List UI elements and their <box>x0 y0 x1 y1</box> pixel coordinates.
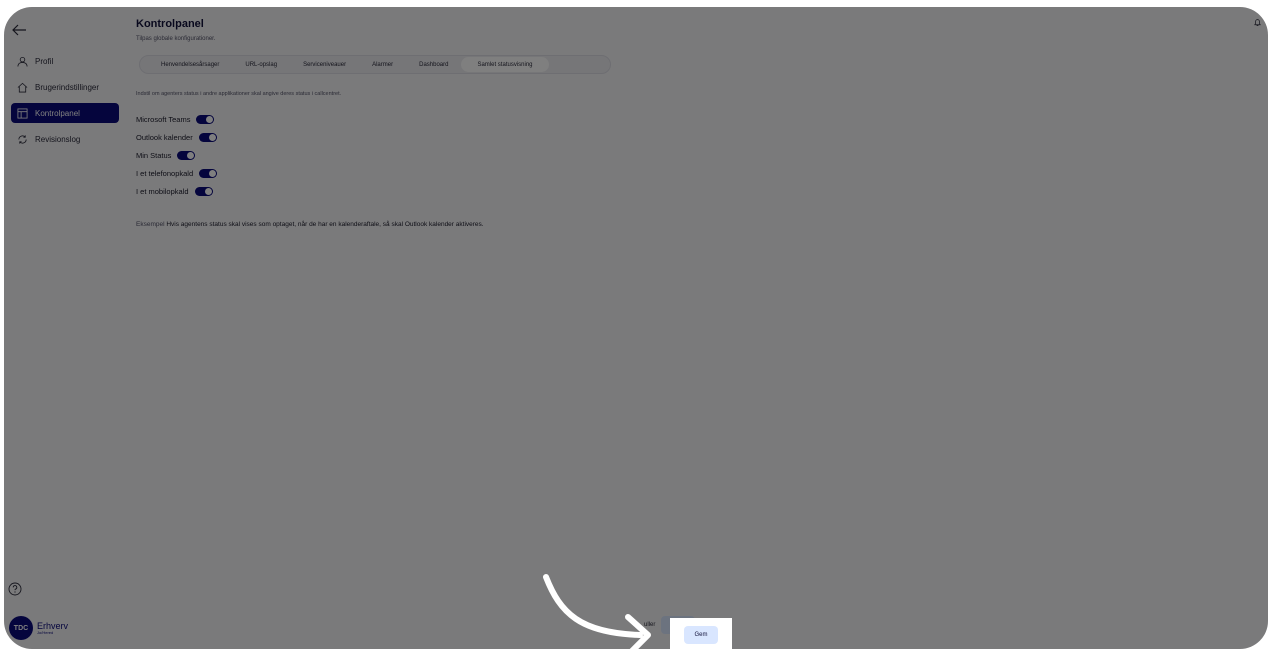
sidebar-item-brugerindstillinger[interactable]: Brugerindstillinger <box>11 77 119 97</box>
sidebar-item-kontrolpanel[interactable]: Kontrolpanel <box>11 103 119 123</box>
home-icon <box>17 82 28 92</box>
pointer-arrow-icon <box>543 574 651 649</box>
intro-text: Indstil om agenters status i andre appli… <box>136 91 342 97</box>
brand-subtitle: Jo/Hered <box>37 629 54 635</box>
tab-henvendelsesarsager[interactable]: Henvendelsesårsager <box>148 57 232 72</box>
sidebar-item-label: Revisionslog <box>35 134 81 144</box>
setting-label: Min Status <box>136 151 172 160</box>
sidebar-nav: Profil Brugerindstillinger Kontrolpanel <box>11 51 119 155</box>
main-content: Kontrolpanel Tilpas globale konfiguratio… <box>136 7 1256 649</box>
app-window: Profil Brugerindstillinger Kontrolpanel <box>4 7 1268 649</box>
sidebar-item-label: Brugerindstillinger <box>35 82 100 92</box>
save-button[interactable]: Gem <box>684 626 718 644</box>
telefonopkald-toggle[interactable] <box>199 169 218 178</box>
setting-label: I et mobilopkald <box>136 187 189 196</box>
sidebar: Profil Brugerindstillinger Kontrolpanel <box>4 7 124 649</box>
setting-row: I et mobilopkald <box>136 187 213 196</box>
example-text: Eksempel Hvis agentens status skal vises… <box>136 221 484 228</box>
page-subtitle: Tilpas globale konfigurationer. <box>136 36 216 42</box>
min-status-toggle[interactable] <box>177 151 196 160</box>
tab-alarmer[interactable]: Alarmer <box>359 57 406 72</box>
tab-url-opslag[interactable]: URL-opslag <box>232 57 290 72</box>
setting-label: I et telefonopkald <box>136 169 194 178</box>
brand: TDC Erhverv Jo/Hered <box>9 616 68 640</box>
bell-icon[interactable] <box>1253 18 1262 27</box>
setting-row: Min Status <box>136 151 196 160</box>
sidebar-item-label: Kontrolpanel <box>35 108 80 118</box>
arrow-left-icon[interactable] <box>10 21 28 39</box>
tdc-logo: TDC <box>9 616 33 640</box>
outlook-kalender-toggle[interactable] <box>198 133 217 142</box>
example-body: Hvis agentens status skal vises som opta… <box>166 221 484 228</box>
highlight-spotlight: Gem <box>670 618 732 649</box>
sidebar-item-profil[interactable]: Profil <box>11 51 119 71</box>
setting-row: Outlook kalender <box>136 133 217 142</box>
question-circle-icon[interactable] <box>8 582 22 596</box>
layout-icon <box>17 108 28 118</box>
tab-dashboard[interactable]: Dashboard <box>406 57 461 72</box>
setting-row: Microsoft Teams <box>136 115 215 124</box>
tab-serviceniveauer[interactable]: Serviceniveauer <box>290 57 359 72</box>
tab-samlet-statusvisning[interactable]: Samlet statusvisning <box>461 57 549 72</box>
microsoft-teams-toggle[interactable] <box>196 115 215 124</box>
page-title: Kontrolpanel <box>136 18 204 30</box>
sidebar-item-label: Profil <box>35 56 54 66</box>
tab-bar: Henvendelsesårsager URL-opslag Serviceni… <box>139 55 611 74</box>
setting-row: I et telefonopkald <box>136 169 218 178</box>
user-icon <box>17 56 28 67</box>
refresh-icon <box>18 134 27 144</box>
setting-label: Microsoft Teams <box>136 115 191 124</box>
sidebar-item-revisionslog[interactable]: Revisionslog <box>11 129 119 149</box>
setting-label: Outlook kalender <box>136 133 193 142</box>
example-prefix: Eksempel <box>136 221 165 228</box>
mobilopkald-toggle[interactable] <box>194 187 213 196</box>
